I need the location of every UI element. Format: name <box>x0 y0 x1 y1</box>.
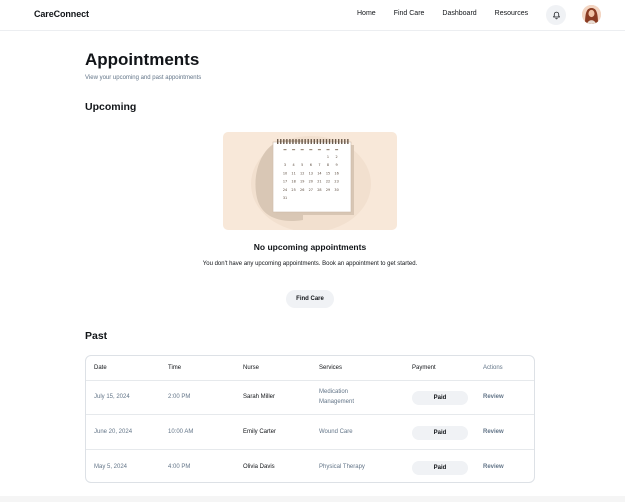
calendar-day: 15 <box>326 171 330 175</box>
row-time: 10:00 AM <box>168 429 194 435</box>
calendar-day: 20 <box>309 180 313 184</box>
calendar-day: 8 <box>327 163 329 167</box>
row-service: Medication <box>319 389 349 395</box>
calendar-day: 23 <box>334 180 338 184</box>
row-time: 4:00 PM <box>168 464 191 470</box>
main-nav: Home Find Care Dashboard Resources <box>357 10 546 17</box>
col-nurse: Nurse <box>243 365 260 371</box>
review-link[interactable]: Review <box>483 464 504 470</box>
calendar-day: 27 <box>309 188 313 192</box>
row-nurse: Sarah Miller <box>243 394 276 400</box>
empty-state-text: You don't have any upcoming appointments… <box>202 261 418 267</box>
row-time: 2:00 PM <box>168 394 191 400</box>
col-actions: Actions <box>483 365 503 371</box>
bell-icon <box>552 11 560 19</box>
row-date: May 5, 2024 <box>94 464 128 470</box>
calendar-day: 12 <box>300 171 304 175</box>
table-row: May 5, 2024 4:00 PM Olivia Davis Physica… <box>86 449 534 482</box>
logo-text: CareConnect <box>34 9 89 19</box>
notifications-button[interactable] <box>546 5 566 25</box>
payment-status-badge: Paid <box>412 391 468 405</box>
calendar-day: 5 <box>301 163 303 167</box>
nav-dashboard[interactable]: Dashboard <box>442 10 476 17</box>
col-date: Date <box>94 365 107 371</box>
table-row: July 15, 2024 2:00 PM Sarah Miller Medic… <box>86 380 534 414</box>
calendar-icon: 1 23 4 5 6 7 8 910 11 12 13 14 15 1617 18 19 20 21 22 2324 2… <box>251 136 371 230</box>
past-heading: Past <box>85 330 108 342</box>
logo[interactable]: CareConnect <box>34 9 89 19</box>
calendar-day: 24 <box>283 188 287 192</box>
calendar-day: 11 <box>291 171 295 175</box>
calendar-day: 25 <box>291 188 295 192</box>
past-appointments-table: Date Time Nurse Services Payment Actions… <box>85 355 535 483</box>
nav-resources[interactable]: Resources <box>495 10 528 17</box>
page-subtitle: View your upcoming and past appointments <box>85 75 202 81</box>
profile-photo-icon <box>582 5 601 24</box>
calendar-day: 6 <box>310 163 312 167</box>
calendar-day: 16 <box>334 171 338 175</box>
calendar-day: 19 <box>300 180 304 184</box>
nav-home[interactable]: Home <box>357 10 376 17</box>
row-service-line2: Management <box>319 399 355 405</box>
user-avatar[interactable] <box>582 5 601 24</box>
top-navbar: CareConnect Home Find Care Dashboard Res… <box>0 0 625 31</box>
calendar-day: 1 <box>327 155 329 159</box>
calendar-day: 30 <box>334 188 338 192</box>
col-payment: Payment <box>412 365 436 371</box>
calendar-day: 14 <box>317 171 321 175</box>
calendar-day: 10 <box>283 171 287 175</box>
payment-status-badge: Paid <box>412 426 468 440</box>
col-services: Services <box>319 365 343 371</box>
row-date: June 20, 2024 <box>94 429 133 435</box>
find-care-button[interactable]: Find Care <box>286 290 334 308</box>
empty-calendar-illustration: 1 2 3 4 5 6 7 8 9 10 11 12 13 14 15 16 17 18 19 20 21 22 23 24 2… <box>223 132 397 230</box>
calendar-day: 13 <box>309 171 313 175</box>
empty-state-title: No upcoming appointments <box>253 242 367 252</box>
table-row: June 20, 2024 10:00 AM Emily Carter Woun… <box>86 414 534 449</box>
row-service: Wound Care <box>319 429 353 435</box>
calendar-day: 29 <box>326 188 330 192</box>
upcoming-heading: Upcoming <box>85 101 137 113</box>
table-header-row: Date Time Nurse Services Payment Actions <box>86 356 534 380</box>
payment-status-badge: Paid <box>412 461 468 475</box>
row-nurse: Olivia Davis <box>243 464 275 470</box>
calendar-day: 7 <box>318 163 320 167</box>
calendar-day: 21 <box>317 180 321 184</box>
calendar-day: 18 <box>291 180 295 184</box>
row-date: July 15, 2024 <box>94 394 130 400</box>
calendar-day: 22 <box>326 180 330 184</box>
calendar-day: 28 <box>317 188 321 192</box>
calendar-day: 26 <box>300 188 304 192</box>
page-bottom-edge <box>0 496 625 502</box>
calendar-day: 17 <box>283 180 287 184</box>
col-time: Time <box>168 365 182 371</box>
nav-find-care[interactable]: Find Care <box>394 10 425 17</box>
calendar-day: 9 <box>336 163 338 167</box>
row-service: Physical Therapy <box>319 464 365 470</box>
calendar-day: 31 <box>283 196 287 200</box>
calendar-day: 4 <box>293 163 295 167</box>
review-link[interactable]: Review <box>483 429 504 435</box>
row-nurse: Emily Carter <box>243 429 277 435</box>
calendar-day: 2 <box>336 155 338 159</box>
review-link[interactable]: Review <box>483 394 504 400</box>
page-title: Appointments <box>85 50 200 69</box>
calendar-day: 3 <box>284 163 286 167</box>
